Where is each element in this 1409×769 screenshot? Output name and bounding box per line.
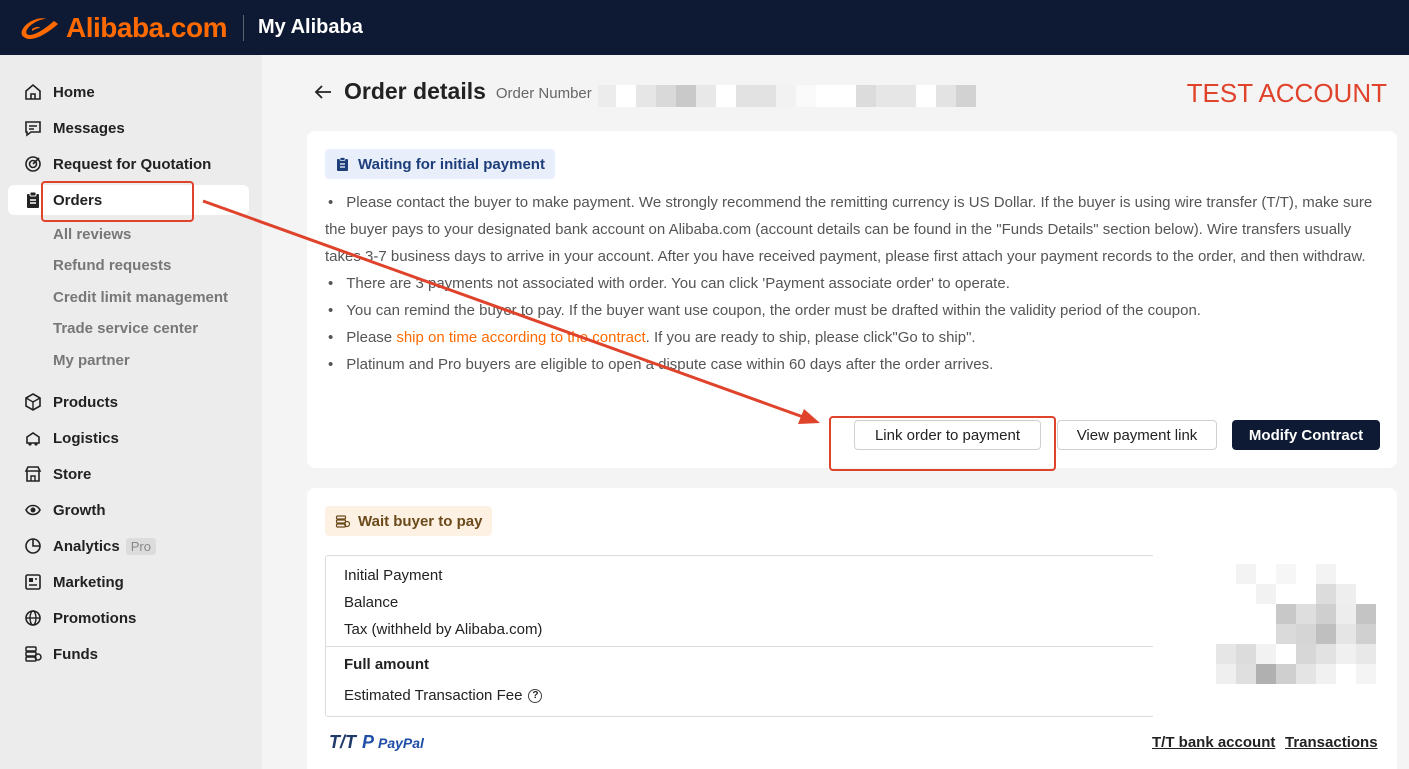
order-number-label: Order Number	[495, 85, 592, 102]
link-order-highlight-box	[829, 416, 1056, 471]
app-title: My Alibaba	[257, 16, 363, 38]
sidebar-item-rfq[interactable]: Request for Quotation	[8, 149, 249, 179]
sidebar-item-promotions[interactable]: Promotions	[8, 603, 249, 633]
note-item: There are 3 payments not associated with…	[325, 270, 1375, 297]
top-bar: Alibaba.com My Alibaba	[0, 0, 1409, 55]
sidebar: Home Messages Request for Quotation Orde…	[0, 55, 262, 769]
note-text: . If you are ready to ship, please click…	[645, 329, 976, 346]
sidebar-subitem-refund-requests[interactable]: Refund requests	[53, 257, 171, 274]
note-item: Please contact the buyer to make payment…	[325, 189, 1375, 270]
sidebar-item-analytics[interactable]: Analytics Pro	[8, 531, 249, 561]
sidebar-item-store[interactable]: Store	[8, 459, 249, 489]
note-item: Please ship on time according to the con…	[325, 324, 1375, 351]
help-icon[interactable]: ?	[528, 689, 543, 704]
target-icon	[25, 156, 41, 172]
clipboard-icon	[27, 191, 39, 208]
sidebar-item-messages[interactable]: Messages	[8, 113, 249, 143]
amount-values-redacted	[1153, 540, 1391, 718]
pro-badge: Pro	[125, 537, 156, 555]
truck-icon	[26, 432, 40, 446]
message-icon	[25, 121, 41, 137]
status-text: Waiting for initial payment	[358, 155, 545, 173]
sidebar-item-label: Analytics	[53, 537, 120, 555]
tax-label: Tax (withheld by Alibaba.com)	[344, 621, 543, 638]
note-text: Please	[346, 329, 397, 346]
sidebar-item-label: Messages	[53, 119, 125, 137]
coins-icon	[335, 514, 350, 528]
alibaba-logo-icon	[21, 17, 59, 39]
sidebar-item-label: Growth	[53, 501, 106, 519]
globe-icon	[25, 610, 41, 626]
header-divider	[242, 14, 244, 41]
test-account-watermark: TEST ACCOUNT	[1186, 78, 1387, 108]
paypal-icon: P	[362, 732, 375, 752]
paypal-logo: PayPal	[378, 734, 424, 751]
sidebar-item-label: Request for Quotation	[53, 155, 212, 173]
full-amount-label: Full amount	[344, 656, 429, 673]
alibaba-logo[interactable]: Alibaba.com	[18, 12, 227, 44]
tt-logo: T/T	[329, 732, 356, 752]
initial-payment-label: Initial Payment	[344, 567, 443, 584]
transactions-link[interactable]: Transactions	[1285, 734, 1378, 751]
sidebar-item-label: Marketing	[53, 573, 124, 591]
sidebar-item-marketing[interactable]: Marketing	[8, 567, 249, 597]
note-item: Platinum and Pro buyers are eligible to …	[325, 351, 1375, 378]
page-title: Order details	[344, 78, 486, 104]
box-icon	[25, 393, 41, 411]
status-badge: Wait buyer to pay	[325, 506, 493, 536]
brand-name: Alibaba.com	[66, 11, 227, 43]
balance-label: Balance	[344, 594, 399, 611]
marketing-icon	[25, 574, 41, 590]
sidebar-item-label: Logistics	[53, 429, 119, 447]
home-icon	[25, 83, 41, 100]
growth-icon	[25, 504, 41, 516]
status-badge: Waiting for initial payment	[325, 149, 555, 179]
sidebar-item-logistics[interactable]: Logistics	[8, 423, 249, 453]
modify-contract-button[interactable]: Modify Contract	[1232, 420, 1380, 450]
payment-notes: Please contact the buyer to make payment…	[325, 189, 1375, 378]
funds-icon	[25, 646, 42, 662]
order-number-redacted	[598, 85, 976, 107]
sidebar-item-label: Promotions	[53, 609, 137, 627]
sidebar-item-home[interactable]: Home	[8, 77, 249, 107]
sidebar-item-label: Home	[53, 83, 95, 101]
payment-methods: T/T P PayPal	[329, 732, 424, 753]
sidebar-item-funds[interactable]: Funds	[8, 639, 249, 669]
sidebar-item-growth[interactable]: Growth	[8, 495, 249, 525]
analytics-icon	[25, 538, 41, 554]
orders-highlight-box	[41, 181, 194, 222]
ship-on-time-link[interactable]: ship on time according to the contract	[396, 329, 645, 346]
sidebar-subitem-credit-limit[interactable]: Credit limit management	[53, 289, 228, 306]
sidebar-item-label: Funds	[53, 645, 98, 663]
view-payment-link-button[interactable]: View payment link	[1057, 420, 1217, 450]
status-text: Wait buyer to pay	[358, 512, 483, 530]
sidebar-item-products[interactable]: Products	[8, 387, 249, 417]
transaction-fee-row: Estimated Transaction Fee?	[344, 687, 543, 704]
clipboard-icon	[337, 156, 348, 171]
tt-bank-account-link[interactable]: T/T bank account	[1152, 734, 1275, 751]
page-header: Order details Order Number	[313, 78, 592, 105]
back-arrow-icon[interactable]	[313, 82, 333, 102]
sidebar-item-label: Store	[53, 465, 92, 483]
store-icon	[24, 466, 42, 482]
transaction-fee-label: Estimated Transaction Fee	[344, 687, 523, 704]
sidebar-subitem-my-partner[interactable]: My partner	[53, 352, 130, 369]
sidebar-subitem-trade-service[interactable]: Trade service center	[53, 320, 198, 337]
note-item: You can remind the buyer to pay. If the …	[325, 297, 1375, 324]
sidebar-item-label: Products	[53, 393, 119, 411]
sidebar-subitem-all-reviews[interactable]: All reviews	[53, 226, 131, 243]
